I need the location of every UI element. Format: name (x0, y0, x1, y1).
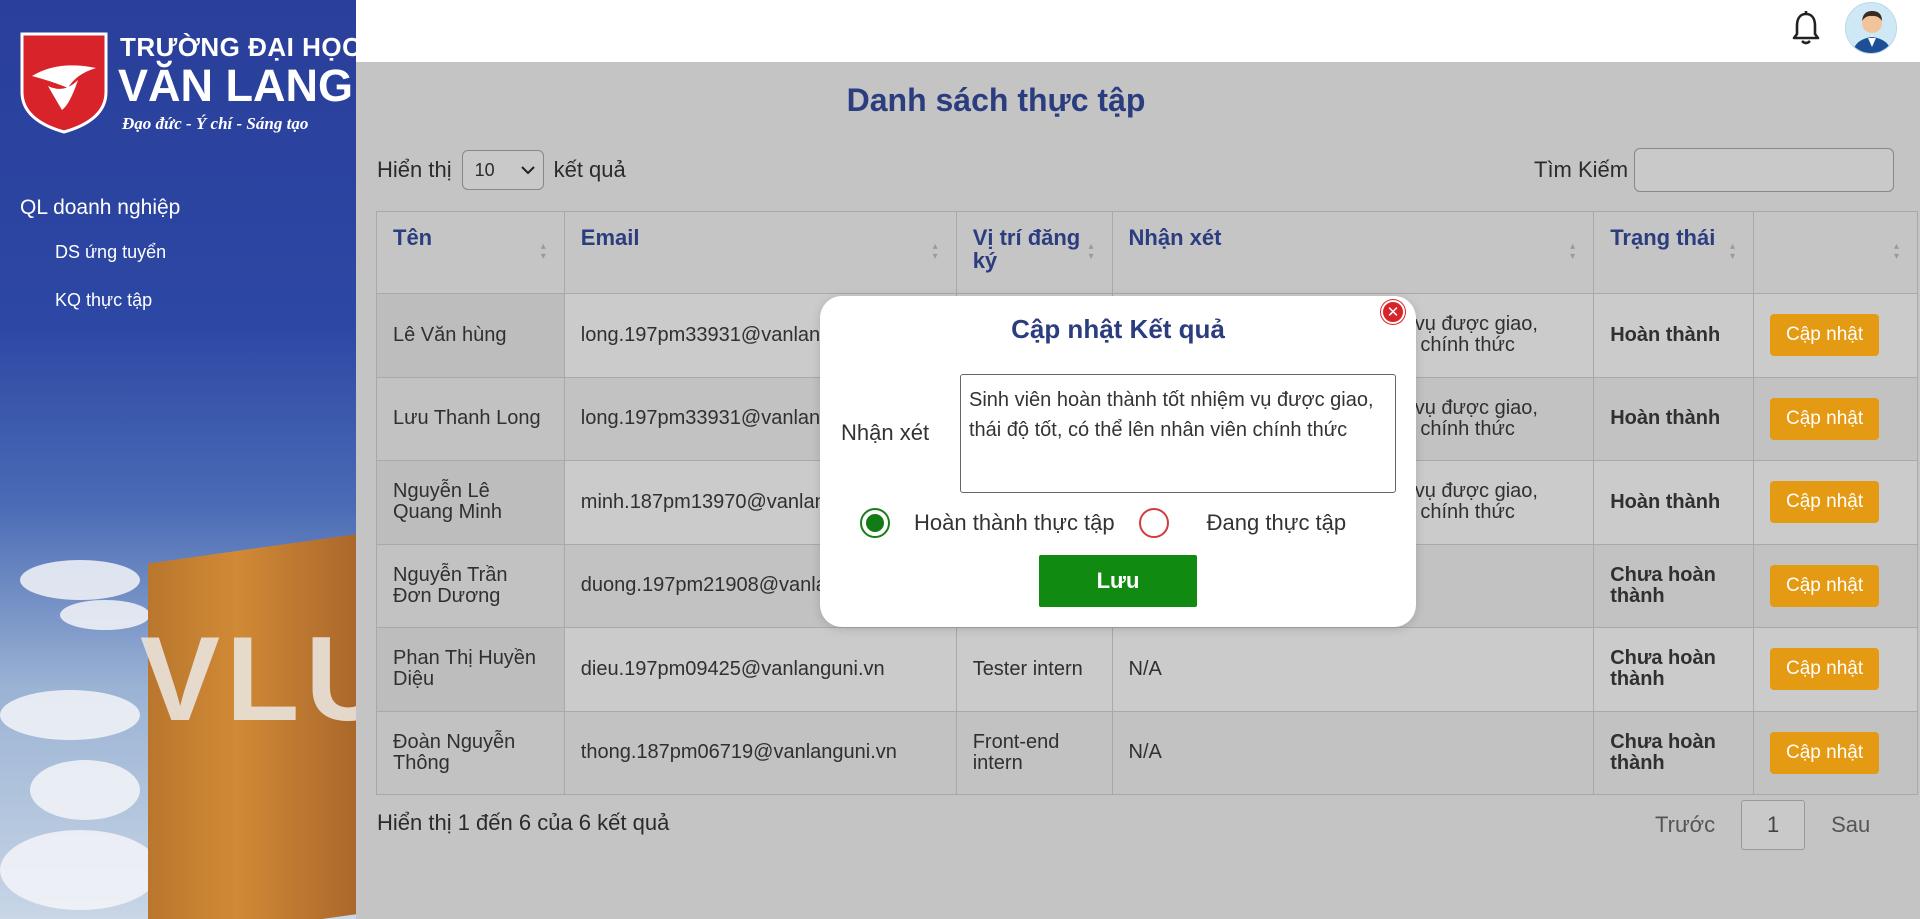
cell-comment: N/A (1111, 627, 1595, 712)
cell-action: Cập nhật (1753, 710, 1918, 795)
sidebar: VLU TRƯỜNG ĐẠI HỌC VĂN LANG Đạo đức - Ý … (0, 0, 356, 919)
cell-email: thong.187pm06719@vanlanguni.vn (563, 710, 957, 795)
column-header-email[interactable]: Email ▴ ▾ (563, 211, 957, 294)
modal-title: Cập nhật Kết quả (1011, 314, 1225, 344)
cell-status: Hoàn thành (1593, 293, 1755, 378)
column-header-action[interactable]: ▴ ▾ (1753, 211, 1918, 294)
logo-tagline: Đạo đức - Ý chí - Sáng tạo (122, 114, 309, 133)
cell-status: Hoàn thành (1593, 460, 1755, 545)
update-result-modal: Cập nhật Kết quả ✕ Nhận xét Sinh viên ho… (820, 296, 1416, 627)
cell-action: Cập nhật (1753, 376, 1918, 461)
cell-position: Tester intern (955, 627, 1113, 712)
table-row: Phan Thị Huyền Diệu dieu.197pm09425@vanl… (376, 627, 1918, 712)
cell-name: Lê Văn hùng (376, 293, 565, 378)
update-button[interactable]: Cập nhật (1770, 314, 1880, 357)
cell-status: Chưa hoàn thành (1593, 627, 1755, 712)
update-button[interactable]: Cập nhật (1770, 731, 1880, 774)
cell-name: Nguyễn Trần Đơn Dương (376, 543, 565, 628)
sidebar-heading-business[interactable]: QL doanh nghiệp (20, 196, 180, 220)
column-header-position[interactable]: Vị trí đăng ký ▴ ▾ (955, 211, 1113, 294)
close-icon[interactable]: ✕ (1381, 300, 1405, 324)
radio-ongoing-label[interactable]: Đang thực tập (1207, 510, 1346, 536)
table-row: Đoàn Nguyễn Thông thong.187pm06719@vanla… (376, 710, 1918, 795)
chevron-down-icon (520, 166, 535, 175)
search-label: Tìm Kiếm (1534, 157, 1629, 182)
logo-shield-icon (20, 32, 108, 134)
building-lettering: VLU (140, 612, 356, 746)
search-input[interactable] (1634, 148, 1895, 192)
cell-status: Chưa hoàn thành (1593, 710, 1755, 795)
pagination-next[interactable]: Sau (1831, 812, 1870, 838)
status-radio-group: Hoàn thành thực tập Đang thực tập (860, 508, 1346, 538)
bell-icon[interactable] (1790, 10, 1822, 46)
cell-action: Cập nhật (1753, 460, 1918, 545)
column-header-status[interactable]: Trạng thái ▴ ▾ (1593, 211, 1755, 294)
sort-icon: ▴ ▾ (540, 241, 546, 262)
update-button[interactable]: Cập nhật (1770, 481, 1880, 524)
cell-action: Cập nhật (1753, 293, 1918, 378)
results-info: Hiển thị 1 đến 6 của 6 kết quả (377, 810, 670, 835)
avatar-person-icon (1846, 3, 1896, 53)
user-avatar[interactable] (1845, 2, 1897, 54)
table-header-row: Tên ▴ ▾ Email ▴ ▾ Vị trí đăng ký ▴ ▾ Nhận xét ▴… (376, 211, 1918, 294)
cell-name: Đoàn Nguyễn Thông (376, 710, 565, 795)
sidebar-item-applications[interactable]: DS ứng tuyển (55, 242, 166, 263)
update-button[interactable]: Cập nhật (1770, 648, 1880, 691)
logo-line1: TRƯỜNG ĐẠI HỌC (120, 32, 356, 62)
cell-status: Chưa hoàn thành (1593, 543, 1755, 628)
logo-line2: VĂN LANG (118, 60, 353, 111)
pagination: Trước 1 Sau (1655, 800, 1870, 850)
save-button[interactable]: Lưu (1039, 555, 1197, 607)
cell-comment: N/A (1111, 710, 1595, 795)
cell-action: Cập nhật (1753, 543, 1918, 628)
sort-icon: ▴ ▾ (1570, 241, 1576, 262)
column-header-name[interactable]: Tên ▴ ▾ (376, 211, 565, 294)
column-header-comment[interactable]: Nhận xét ▴ ▾ (1111, 211, 1595, 294)
page-size-value: 10 (474, 159, 495, 180)
cell-status: Hoàn thành (1593, 376, 1755, 461)
cell-name: Nguyễn Lê Quang Minh (376, 460, 565, 545)
pagination-page-1[interactable]: 1 (1741, 800, 1806, 850)
cell-position: Front-end intern (955, 710, 1113, 795)
sort-icon: ▴ ▾ (932, 241, 938, 262)
pagination-prev[interactable]: Trước (1655, 812, 1715, 838)
update-button[interactable]: Cập nhật (1770, 564, 1880, 607)
radio-complete-label[interactable]: Hoàn thành thực tập (914, 510, 1115, 536)
sort-icon: ▴ ▾ (1729, 241, 1736, 262)
radio-ongoing-internship[interactable] (1138, 508, 1169, 538)
cell-name: Lưu Thanh Long (376, 376, 565, 461)
page-size-select[interactable]: 10 (461, 150, 544, 190)
university-logo[interactable]: TRƯỜNG ĐẠI HỌC VĂN LANG Đạo đức - Ý chí … (18, 28, 356, 138)
top-bar (356, 0, 1920, 62)
cell-name: Phan Thị Huyền Diệu (376, 627, 565, 712)
comment-textarea[interactable]: Sinh viên hoàn thành tốt nhiệm vụ được g… (960, 374, 1396, 493)
update-button[interactable]: Cập nhật (1770, 397, 1880, 440)
sort-icon: ▴ ▾ (1088, 241, 1094, 262)
sidebar-item-internship-results[interactable]: KQ thực tập (55, 290, 152, 311)
sort-icon: ▴ ▾ (1893, 241, 1899, 262)
cell-action: Cập nhật (1753, 627, 1918, 712)
show-suffix-label: kết quả (553, 157, 626, 182)
radio-complete-internship[interactable] (860, 508, 890, 538)
search-control: Tìm Kiếm (1534, 148, 1895, 192)
comment-label: Nhận xét (841, 420, 930, 445)
cell-email: dieu.197pm09425@vanlanguni.vn (563, 627, 957, 712)
page-size-control: Hiển thị 10 kết quả (377, 150, 626, 190)
show-prefix-label: Hiển thị (377, 157, 452, 182)
